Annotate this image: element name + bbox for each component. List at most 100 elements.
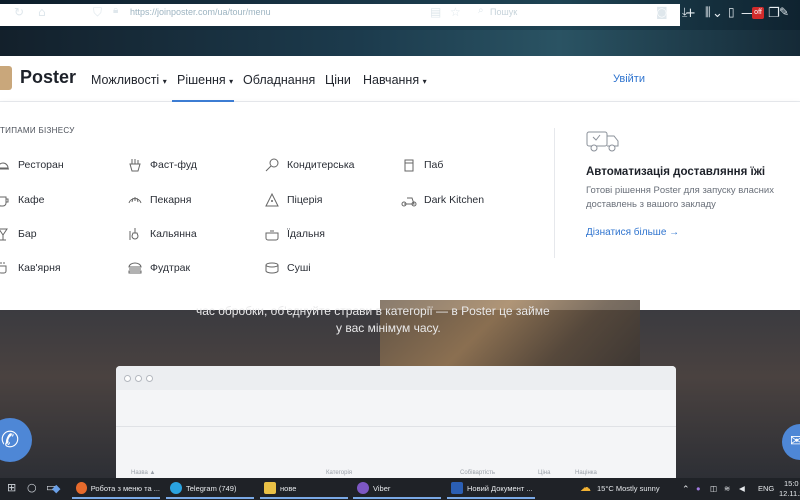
- tray-chevron-icon[interactable]: ⌃: [682, 484, 690, 495]
- biz-label: Фаст-фуд: [150, 159, 197, 171]
- biz-confectionery[interactable]: Кондитерська: [263, 157, 355, 173]
- arrow-right-icon: →: [669, 227, 680, 238]
- promo-title: Автоматизація доставляння їжі: [586, 166, 766, 178]
- nav-features-label: Можливості: [91, 73, 160, 87]
- nav-hardware[interactable]: Обладнання: [243, 73, 315, 87]
- start-icon[interactable]: ⊞: [7, 481, 16, 494]
- nav-learning-label: Навчання: [363, 73, 420, 87]
- biz-label: Кальянна: [150, 228, 197, 240]
- table-header: Назва ▲: [131, 470, 156, 476]
- url-field[interactable]: https://joinposter.com/ua/tour/menu: [130, 7, 271, 17]
- lollipop-icon: [263, 157, 281, 173]
- clock-time[interactable]: 15:0: [784, 479, 799, 488]
- folder-icon: [264, 482, 276, 494]
- pizza-icon: [263, 192, 281, 208]
- nav-solutions-label: Рішення: [177, 73, 226, 87]
- search-input[interactable]: Пошук: [490, 7, 517, 17]
- nav-learning[interactable]: Навчання ▾: [363, 73, 427, 87]
- bookmark-star-icon[interactable]: ☆: [450, 5, 461, 19]
- nav-prices[interactable]: Ціни: [325, 73, 351, 87]
- reload-icon[interactable]: ↻: [14, 5, 24, 19]
- hero-text-line1: час обробки, об'єднуйте страви в категор…: [196, 304, 550, 318]
- taskbar-app-label: Telegram (749): [186, 483, 237, 493]
- table-header: Собівартість: [460, 470, 496, 476]
- pot-icon: [263, 226, 281, 242]
- mock-separator: [116, 426, 676, 427]
- extension-badge[interactable]: off: [752, 7, 764, 19]
- taskbar-app-label: Новий Документ ...: [467, 483, 533, 493]
- taskbar-app-label: нове: [280, 483, 297, 493]
- shield-icon[interactable]: ⛉: [93, 5, 102, 20]
- biz-restaurant[interactable]: Ресторан: [0, 157, 64, 173]
- mock-dot-icon: [146, 375, 153, 382]
- weather-text[interactable]: 15°C Mostly sunny: [597, 484, 660, 493]
- clock-date[interactable]: 12.11.2: [779, 489, 800, 498]
- lock-icon: 🔒︎: [113, 5, 119, 16]
- biz-coffee-shop[interactable]: Кав'ярня: [0, 260, 61, 276]
- learn-more-link[interactable]: Дізнатися більше →: [586, 227, 679, 238]
- taskbar-app-viber[interactable]: Viber: [353, 479, 441, 499]
- site-logo[interactable]: Poster: [20, 67, 76, 88]
- sidebar-icon[interactable]: ▯: [728, 5, 735, 19]
- table-header: Ціна: [538, 470, 551, 476]
- tray-wifi-icon[interactable]: ≋: [724, 484, 730, 493]
- scooter-icon: [400, 192, 418, 208]
- coffee-icon: [0, 260, 12, 276]
- biz-sushi[interactable]: Суші: [263, 260, 311, 276]
- home-icon[interactable]: ⌂: [38, 5, 46, 19]
- biz-pub[interactable]: Паб: [400, 157, 443, 173]
- section-title: ТИПАМИ БІЗНЕСУ: [0, 126, 75, 135]
- biz-label: Суші: [287, 262, 311, 274]
- tab-list-button[interactable]: ⌄: [712, 6, 723, 21]
- mock-dot-icon: [124, 375, 131, 382]
- taskbar-app-word[interactable]: Новий Документ ...: [447, 479, 535, 499]
- biz-label: Паб: [424, 159, 444, 171]
- biz-label: Кафе: [18, 194, 45, 206]
- table-header: Категорія: [326, 470, 353, 476]
- login-link[interactable]: Увійти: [613, 73, 645, 85]
- caret-down-icon: ▾: [229, 77, 234, 86]
- extension-icon[interactable]: ✎: [779, 5, 789, 19]
- tray-network-icon[interactable]: ◫: [710, 484, 717, 493]
- dropdown-divider: [554, 128, 555, 258]
- taskbar-app-firefox[interactable]: Робота з меню та ...: [72, 479, 160, 499]
- download-icon[interactable]: ⤓: [682, 5, 687, 20]
- biz-cafe[interactable]: Кафе: [0, 192, 44, 208]
- biz-label: Кав'ярня: [18, 262, 61, 274]
- taskbar-app-telegram[interactable]: Telegram (749): [166, 479, 254, 499]
- nav-features[interactable]: Можливості ▾: [91, 73, 167, 87]
- biz-bar[interactable]: Бар: [0, 226, 37, 242]
- croissant-icon: [126, 192, 144, 208]
- browser-tabstrip: [0, 0, 800, 30]
- hookah-icon: [126, 226, 144, 242]
- poster-logo-icon[interactable]: [0, 66, 12, 90]
- phone-icon: ✆: [0, 427, 20, 452]
- tray-volume-icon[interactable]: ◀: [739, 484, 745, 493]
- language-indicator[interactable]: ENG: [758, 484, 774, 493]
- caret-down-icon: ▾: [162, 77, 167, 86]
- biz-fast-food[interactable]: Фаст-фуд: [126, 157, 197, 173]
- weather-icon: ☁: [580, 481, 591, 494]
- word-icon: [451, 482, 463, 494]
- biz-label: Ресторан: [18, 159, 64, 171]
- biz-dark-kitchen[interactable]: Dark Kitchen: [400, 192, 484, 208]
- biz-label: Пекарня: [150, 194, 192, 206]
- fries-icon: [126, 157, 144, 173]
- search-icon[interactable]: ○: [27, 481, 37, 494]
- biz-canteen[interactable]: Їдальня: [263, 226, 325, 242]
- nav-solutions[interactable]: Рішення ▾: [177, 73, 233, 87]
- biz-hookah[interactable]: Кальянна: [126, 226, 197, 242]
- reader-icon[interactable]: ▤: [430, 5, 441, 19]
- biz-pizzeria[interactable]: Піцерія: [263, 192, 322, 208]
- pinned-app-icon[interactable]: ◆: [52, 482, 60, 495]
- biz-food-truck[interactable]: Фудтрак: [126, 260, 190, 276]
- window-restore-button[interactable]: ❐: [768, 6, 780, 21]
- biz-bakery[interactable]: Пекарня: [126, 192, 191, 208]
- browser-navbar: [0, 30, 800, 56]
- taskbar-app-label: Робота з меню та ...: [90, 483, 160, 493]
- library-icon[interactable]: ⫼: [705, 5, 711, 20]
- tray-viber-icon[interactable]: ●: [696, 484, 701, 493]
- taskbar-app-explorer[interactable]: нове: [260, 479, 348, 499]
- beer-icon: [400, 157, 418, 173]
- pocket-icon[interactable]: ◙: [656, 5, 668, 19]
